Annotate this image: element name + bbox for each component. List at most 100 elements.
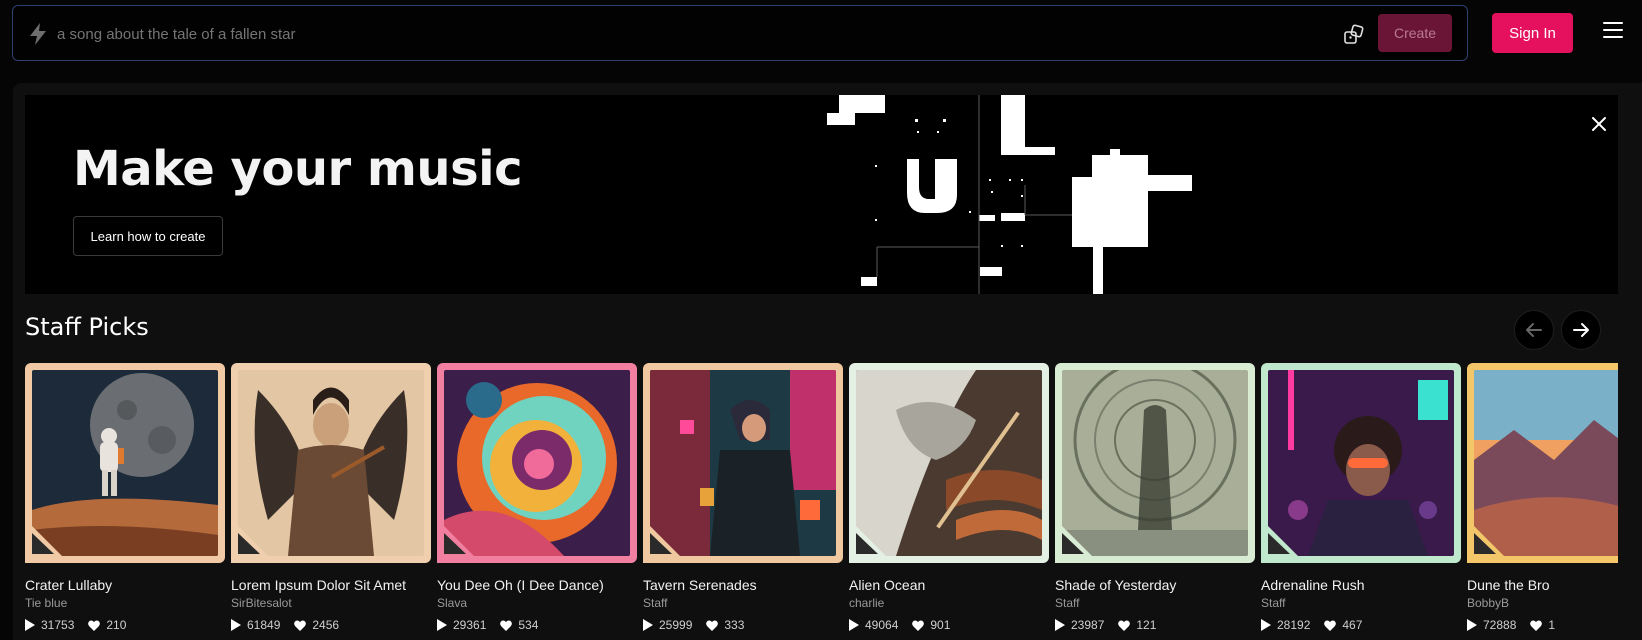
song-stats: 31753 210 (25, 618, 225, 632)
cover-frame (1261, 363, 1461, 563)
like-count: 1 (1548, 618, 1556, 632)
song-stats: 25999 333 (643, 618, 843, 632)
like-count: 333 (724, 618, 745, 632)
song-card[interactable]: Dune the Bro BobbyB 72888 1 (1467, 363, 1618, 632)
song-card[interactable]: You Dee Oh (I Dee Dance) Slava 29361 534 (437, 363, 637, 632)
corner-badge-icon (849, 519, 893, 563)
play-count: 61849 (247, 618, 281, 632)
cover-frame (849, 363, 1049, 563)
dice-icon[interactable] (1343, 24, 1365, 46)
song-title[interactable]: Crater Lullaby (25, 577, 225, 593)
song-title[interactable]: Lorem Ipsum Dolor Sit Amet (231, 577, 431, 593)
prompt-input[interactable] (57, 18, 1257, 50)
heart-icon[interactable] (500, 619, 513, 631)
song-stats: 61849 2456 (231, 618, 431, 632)
song-author[interactable]: Staff (1261, 596, 1461, 610)
song-card[interactable]: Shade of Yesterday Staff 23987 121 (1055, 363, 1255, 632)
song-author[interactable]: SirBitesalot (231, 596, 431, 610)
song-author[interactable]: BobbyB (1467, 596, 1618, 610)
song-title[interactable]: Alien Ocean (849, 577, 1049, 593)
song-author[interactable]: Slava (437, 596, 637, 610)
staff-picks-carousel: Crater Lullaby Tie blue 31753 210 Lorem … (25, 363, 1618, 640)
arrow-right-icon (1573, 323, 1589, 337)
play-count: 28192 (1277, 618, 1311, 632)
play-icon[interactable] (1467, 619, 1477, 631)
heart-icon[interactable] (706, 619, 719, 631)
song-card[interactable]: Alien Ocean charlie 49064 901 (849, 363, 1049, 632)
song-card[interactable]: Adrenaline Rush Staff 28192 467 (1261, 363, 1461, 632)
like-count: 467 (1342, 618, 1363, 632)
close-icon[interactable] (1590, 115, 1608, 133)
song-card[interactable]: Lorem Ipsum Dolor Sit Amet SirBitesalot … (231, 363, 431, 632)
song-title[interactable]: Adrenaline Rush (1261, 577, 1461, 593)
play-count: 72888 (1483, 618, 1517, 632)
banner-title: Make your music (73, 141, 523, 197)
song-card[interactable]: Crater Lullaby Tie blue 31753 210 (25, 363, 225, 632)
main-panel: Make your music Learn how to create Staf… (13, 83, 1642, 640)
song-stats: 49064 901 (849, 618, 1049, 632)
heart-icon[interactable] (1530, 619, 1543, 631)
song-author[interactable]: Staff (643, 596, 843, 610)
cover-frame (643, 363, 843, 563)
prompt-bar: Create (12, 5, 1468, 61)
carousel-prev-button[interactable] (1514, 310, 1554, 350)
glitch-art-graphic (827, 95, 1192, 294)
section-title: Staff Picks (25, 313, 149, 341)
song-title[interactable]: Tavern Serenades (643, 577, 843, 593)
play-icon[interactable] (1261, 619, 1271, 631)
play-icon[interactable] (1055, 619, 1065, 631)
promo-banner: Make your music Learn how to create (25, 95, 1618, 294)
learn-how-button[interactable]: Learn how to create (73, 216, 223, 256)
cover-frame (1467, 363, 1618, 563)
top-bar: Create Sign In (0, 0, 1642, 70)
sign-in-button[interactable]: Sign In (1492, 13, 1573, 53)
corner-badge-icon (437, 519, 481, 563)
play-count: 29361 (453, 618, 487, 632)
song-stats: 29361 534 (437, 618, 637, 632)
heart-icon[interactable] (912, 619, 925, 631)
song-stats: 72888 1 (1467, 618, 1618, 632)
heart-icon[interactable] (1118, 619, 1131, 631)
play-count: 25999 (659, 618, 693, 632)
song-title[interactable]: Shade of Yesterday (1055, 577, 1255, 593)
cover-frame (437, 363, 637, 563)
heart-icon[interactable] (88, 619, 101, 631)
play-icon[interactable] (643, 619, 653, 631)
create-button[interactable]: Create (1378, 14, 1452, 52)
bolt-icon (30, 23, 46, 45)
menu-icon[interactable] (1603, 22, 1623, 40)
like-count: 210 (106, 618, 127, 632)
cover-frame (25, 363, 225, 563)
like-count: 534 (518, 618, 539, 632)
song-title[interactable]: You Dee Oh (I Dee Dance) (437, 577, 637, 593)
song-author[interactable]: Tie blue (25, 596, 225, 610)
song-stats: 23987 121 (1055, 618, 1255, 632)
carousel-next-button[interactable] (1561, 310, 1601, 350)
like-count: 2456 (312, 618, 340, 632)
cover-frame (231, 363, 431, 563)
like-count: 121 (1136, 618, 1157, 632)
arrow-left-icon (1526, 323, 1542, 337)
play-count: 49064 (865, 618, 899, 632)
play-count: 23987 (1071, 618, 1105, 632)
corner-badge-icon (643, 519, 687, 563)
corner-badge-icon (1261, 519, 1305, 563)
song-stats: 28192 467 (1261, 618, 1461, 632)
like-count: 901 (930, 618, 951, 632)
corner-badge-icon (1467, 519, 1511, 563)
song-author[interactable]: Staff (1055, 596, 1255, 610)
play-count: 31753 (41, 618, 75, 632)
heart-icon[interactable] (294, 619, 307, 631)
corner-badge-icon (25, 519, 69, 563)
play-icon[interactable] (849, 619, 859, 631)
play-icon[interactable] (437, 619, 447, 631)
song-title[interactable]: Dune the Bro (1467, 577, 1618, 593)
corner-badge-icon (231, 519, 275, 563)
play-icon[interactable] (231, 619, 241, 631)
corner-badge-icon (1055, 519, 1099, 563)
play-icon[interactable] (25, 619, 35, 631)
song-author[interactable]: charlie (849, 596, 1049, 610)
cover-frame (1055, 363, 1255, 563)
song-card[interactable]: Tavern Serenades Staff 25999 333 (643, 363, 843, 632)
heart-icon[interactable] (1324, 619, 1337, 631)
